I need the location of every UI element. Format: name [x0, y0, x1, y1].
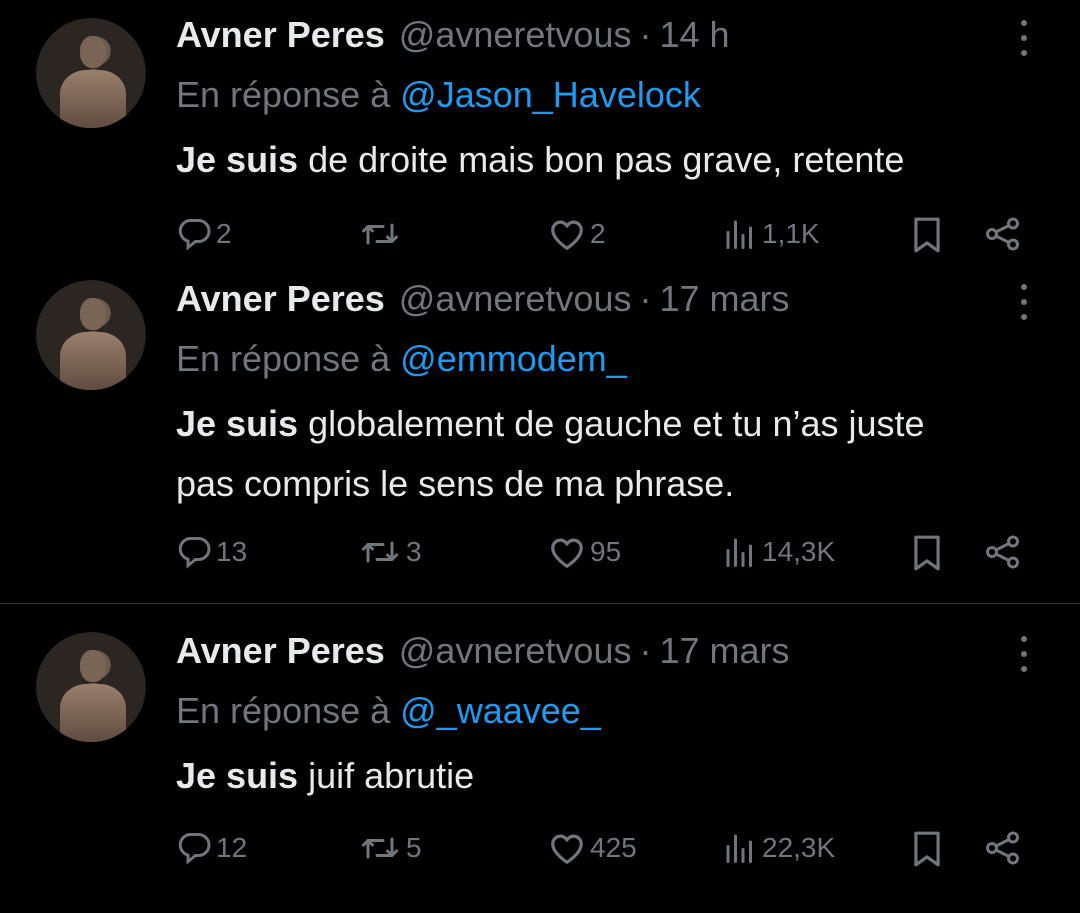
views-count: 14,3K — [762, 536, 836, 567]
tweet-text-bold: Je suis — [176, 403, 299, 444]
avatar[interactable] — [36, 632, 146, 742]
more-vertical-icon[interactable] — [1016, 20, 1032, 56]
views-count: 1,1K — [762, 218, 820, 249]
views-button[interactable]: 1,1K — [722, 216, 820, 252]
reply-count: 2 — [216, 218, 232, 249]
share-button[interactable] — [984, 534, 1024, 570]
bookmark-icon — [914, 831, 940, 867]
reply-context: En réponse à @_waavee_ — [176, 690, 601, 732]
like-count: 95 — [590, 536, 622, 567]
reply-button[interactable]: 13 — [176, 534, 247, 570]
retweet-icon — [362, 837, 398, 859]
separator: · — [639, 278, 652, 319]
speech-bubble-icon — [178, 833, 211, 865]
timestamp[interactable]: 14 h — [659, 14, 729, 56]
separator: · — [639, 14, 652, 55]
retweet-button[interactable]: 3 — [358, 534, 422, 570]
bar-chart-icon — [726, 220, 752, 249]
reply-button[interactable]: 2 — [176, 216, 232, 252]
share-button[interactable] — [984, 216, 1024, 252]
reply-context: En réponse à @Jason_Havelock — [176, 74, 701, 116]
action-bar: 2 2 1,1K — [0, 216, 1080, 256]
heart-icon — [551, 538, 583, 568]
retweet-button[interactable] — [358, 216, 406, 252]
like-button[interactable]: 2 — [548, 216, 606, 252]
bookmark-button[interactable] — [910, 216, 944, 254]
author-handle[interactable]: @avneretvous — [399, 630, 632, 672]
heart-icon — [551, 220, 583, 250]
reply-prefix: En réponse à — [176, 690, 391, 731]
speech-bubble-icon — [178, 219, 211, 251]
retweet-icon — [362, 223, 398, 245]
share-icon — [986, 831, 1019, 865]
bar-chart-icon — [726, 834, 752, 863]
reply-mention[interactable]: @_waavee_ — [400, 690, 601, 731]
avatar[interactable] — [36, 280, 146, 390]
retweet-icon — [362, 541, 398, 563]
author-name[interactable]: Avner Peres — [176, 278, 385, 320]
action-bar: 13 3 95 14,3K — [0, 534, 1080, 574]
heart-icon — [551, 834, 583, 864]
bookmark-button[interactable] — [910, 830, 944, 868]
reply-context: En réponse à @emmodem_ — [176, 338, 627, 380]
share-button[interactable] — [984, 830, 1024, 866]
more-vertical-icon[interactable] — [1016, 636, 1032, 672]
like-button[interactable]: 95 — [548, 534, 621, 570]
timestamp[interactable]: 17 mars — [659, 278, 789, 320]
author-name[interactable]: Avner Peres — [176, 14, 385, 56]
speech-bubble-icon — [178, 537, 211, 569]
avatar[interactable] — [36, 18, 146, 128]
timestamp[interactable]: 17 mars — [659, 630, 789, 672]
action-bar: 12 5 425 22,3K — [0, 830, 1080, 870]
views-count: 22,3K — [762, 832, 836, 863]
reply-count: 13 — [216, 536, 248, 567]
bookmark-icon — [914, 217, 940, 253]
bookmark-button[interactable] — [910, 534, 944, 572]
reply-button[interactable]: 12 — [176, 830, 247, 866]
like-button[interactable]: 425 — [548, 830, 637, 866]
tweet-text: Je suis juif abrutie — [176, 746, 1036, 806]
tweet-text-bold: Je suis — [176, 139, 299, 180]
tweet-text-bold: Je suis — [176, 755, 299, 796]
tweet[interactable]: Avner Peres @avneretvous · 17 mars En ré… — [0, 604, 1080, 913]
author-handle[interactable]: @avneretvous — [399, 14, 632, 56]
retweet-button[interactable]: 5 — [358, 830, 422, 866]
retweet-count: 3 — [406, 536, 422, 567]
reply-prefix: En réponse à — [176, 74, 391, 115]
bookmark-icon — [914, 535, 940, 571]
share-icon — [986, 535, 1019, 569]
author-handle[interactable]: @avneretvous — [399, 278, 632, 320]
reply-count: 12 — [216, 832, 248, 863]
share-icon — [986, 217, 1019, 251]
tweet[interactable]: Avner Peres @avneretvous · 14 h En répon… — [0, 0, 1080, 270]
like-count: 425 — [590, 832, 637, 863]
bar-chart-icon — [726, 538, 752, 567]
tweet-text: Je suis globalement de gauche et tu n’as… — [176, 394, 976, 514]
tweet-text: Je suis de droite mais bon pas grave, re… — [176, 130, 1036, 190]
tweet-text-rest: de droite mais bon pas grave, retente — [298, 139, 905, 180]
retweet-count: 5 — [406, 832, 422, 863]
more-vertical-icon[interactable] — [1016, 284, 1032, 320]
views-button[interactable]: 14,3K — [722, 534, 835, 570]
author-name[interactable]: Avner Peres — [176, 630, 385, 672]
reply-prefix: En réponse à — [176, 338, 391, 379]
tweet[interactable]: Avner Peres @avneretvous · 17 mars En ré… — [0, 270, 1080, 603]
tweet-text-rest: juif abrutie — [298, 755, 475, 796]
separator: · — [639, 630, 652, 671]
like-count: 2 — [590, 218, 606, 249]
reply-mention[interactable]: @Jason_Havelock — [400, 74, 701, 115]
views-button[interactable]: 22,3K — [722, 830, 835, 866]
reply-mention[interactable]: @emmodem_ — [400, 338, 627, 379]
